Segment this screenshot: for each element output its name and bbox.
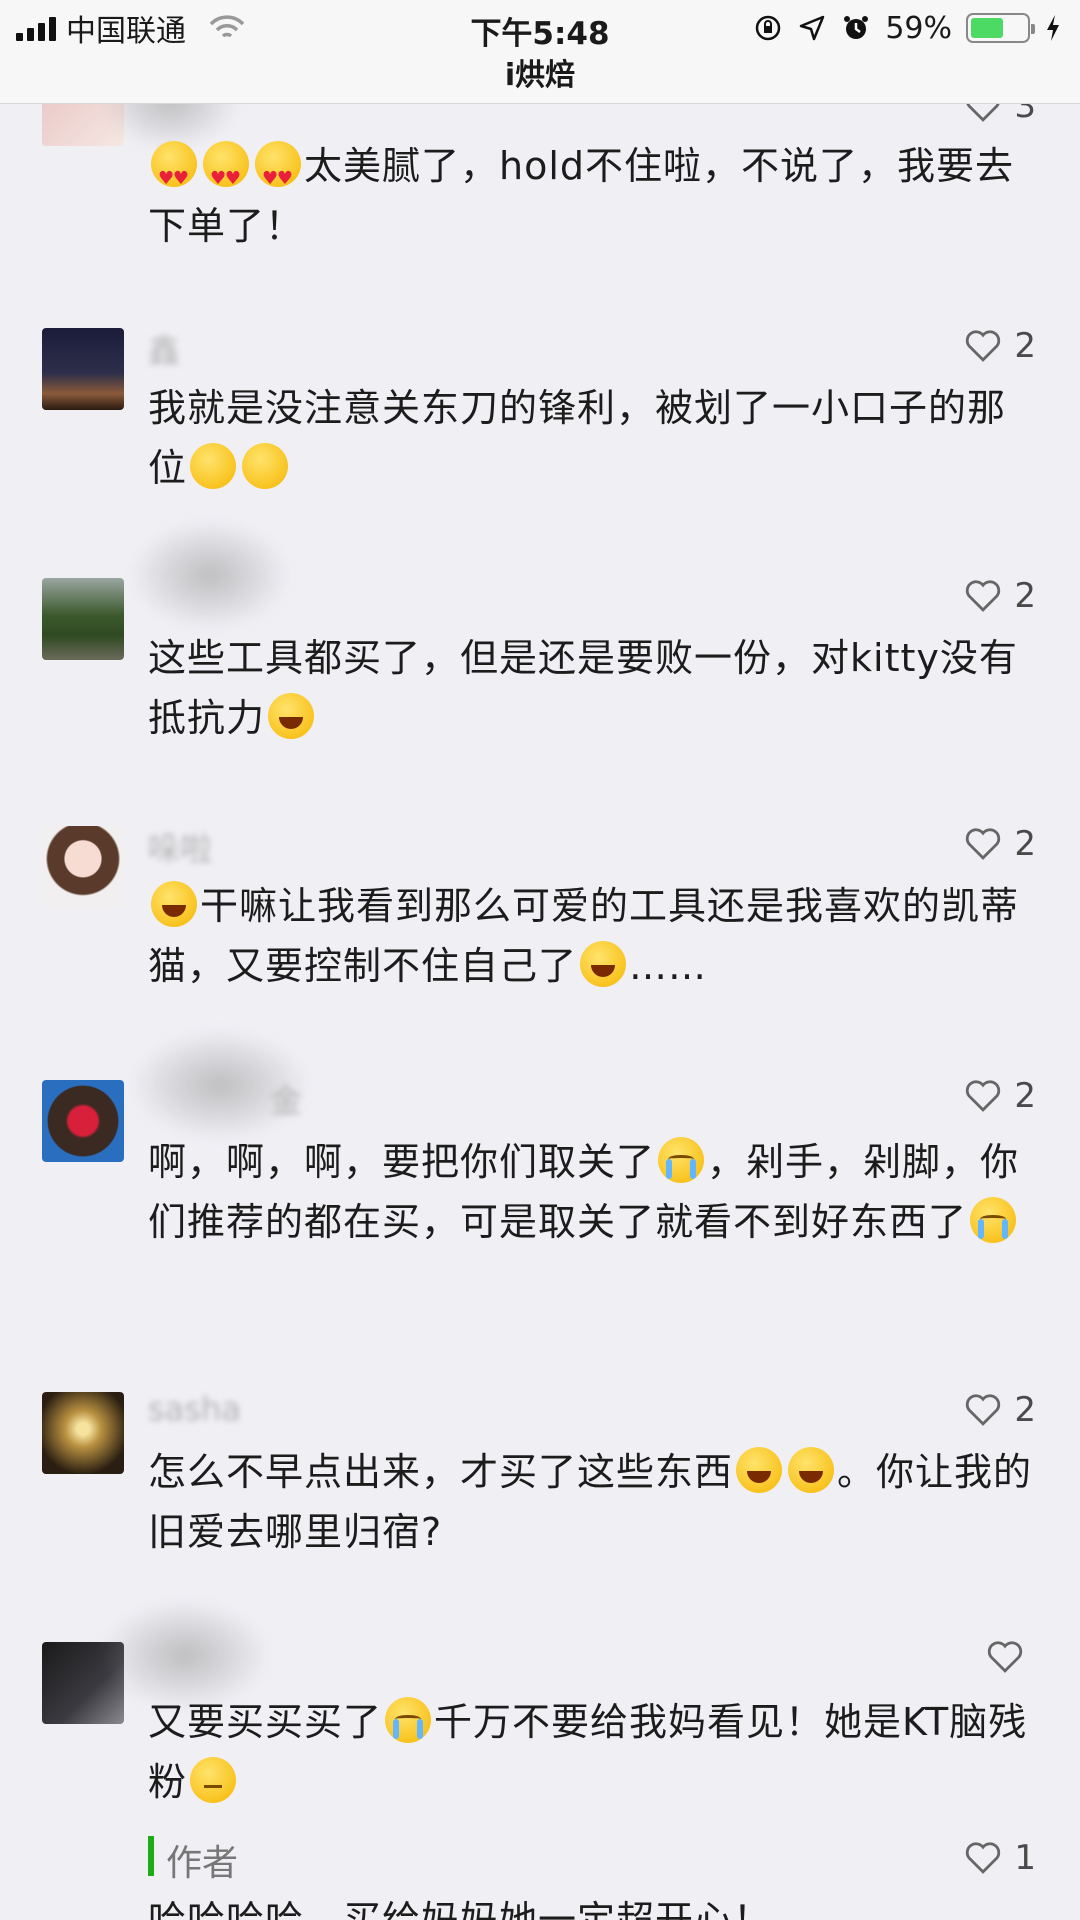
- comment-text: 干嘛让我看到那么可爱的工具还是我喜欢的凯蒂猫，又要控制不住自己了……: [148, 876, 1038, 996]
- like-button[interactable]: 2: [964, 326, 1036, 366]
- comment-text: 怎么不早点出来，才买了这些东西 。你让我的旧爱去哪里归宿?: [148, 1442, 1038, 1562]
- like-button[interactable]: 2: [964, 1390, 1036, 1430]
- heart-icon: [966, 1842, 1001, 1874]
- comment-text: 这些工具都买了，但是还是要败一份，对kitty没有抵抗力: [148, 636, 1018, 740]
- grin-sweat-emoji: [788, 1447, 835, 1493]
- pleading-emoji: [242, 443, 289, 489]
- heart-icon: [966, 828, 1001, 860]
- heart-icon: [966, 330, 1001, 362]
- battery-percent: 59%: [885, 10, 952, 46]
- like-button[interactable]: 2: [964, 824, 1036, 864]
- like-count: 1: [1014, 1838, 1036, 1878]
- heart-eyes-emoji: [151, 141, 197, 209]
- like-count: 2: [1014, 1076, 1036, 1116]
- crying-emoji: [970, 1197, 1017, 1243]
- heart-icon: [966, 1080, 1001, 1112]
- nickname[interactable]: sasha: [148, 1390, 241, 1428]
- grin-sweat-emoji: [151, 881, 197, 927]
- avatar[interactable]: [42, 578, 124, 660]
- like-button[interactable]: 1: [964, 1838, 1036, 1878]
- nickname[interactable]: 金: [270, 1076, 302, 1122]
- battery-icon: [966, 13, 1035, 43]
- like-button[interactable]: 2: [964, 576, 1036, 616]
- avatar[interactable]: [42, 1392, 124, 1474]
- alarm-icon: [844, 16, 869, 39]
- like-button[interactable]: 2: [964, 1076, 1036, 1116]
- avatar[interactable]: [42, 1080, 124, 1162]
- like-count: 2: [1014, 326, 1036, 366]
- like-count: 2: [1014, 1390, 1036, 1430]
- heart-eyes-emoji: [255, 141, 301, 209]
- avatar[interactable]: [42, 328, 124, 410]
- status-right: 59%: [753, 10, 1062, 46]
- rotation-lock-icon: [756, 15, 781, 41]
- grin-sweat-emoji: [736, 1447, 783, 1493]
- location-icon: [800, 15, 825, 41]
- comment-text: 太美腻了，hold不住啦，不说了，我要去下单了！: [148, 136, 1038, 256]
- like-count: 2: [1014, 824, 1036, 864]
- author-reply-text: 哈哈哈哈，买给妈妈她一定超开心！: [148, 1898, 773, 1920]
- heart-icon: [987, 1641, 1023, 1673]
- crying-emoji: [385, 1697, 432, 1743]
- like-button[interactable]: [986, 1640, 1036, 1674]
- heart-icon: [966, 1394, 1001, 1426]
- page-title: i烘焙: [504, 58, 576, 93]
- like-count: 2: [1014, 576, 1036, 616]
- avatar[interactable]: [42, 826, 124, 908]
- status-bar: 中国联通 下午5:48 i烘焙 59%: [0, 0, 1080, 104]
- laugh-cry-emoji: [268, 693, 315, 739]
- thinking-emoji: [190, 1757, 237, 1803]
- crying-emoji: [658, 1137, 705, 1183]
- comment-text: 又要买买买了 千万不要给我妈看见！她是KT脑残粉: [148, 1692, 1038, 1812]
- author-reply-bar: [148, 1836, 154, 1876]
- nickname[interactable]: 鑫: [148, 326, 180, 372]
- nickname[interactable]: 哚啦: [148, 824, 212, 870]
- author-label: 作者: [166, 1843, 239, 1884]
- heart-eyes-emoji: [203, 141, 249, 209]
- joy-emoji: [580, 941, 627, 987]
- heart-icon: [966, 580, 1001, 612]
- comment-text: 啊，啊，啊，要把你们取关了 ，剁手，剁脚，你们推荐的都在买，可是取关了就看不到好东…: [148, 1132, 1038, 1252]
- charging-icon: [1047, 15, 1059, 41]
- comment-text: 我就是没注意关东刀的锋利，被划了一小口子的那位: [148, 386, 1007, 490]
- smirk-emoji: [190, 443, 237, 489]
